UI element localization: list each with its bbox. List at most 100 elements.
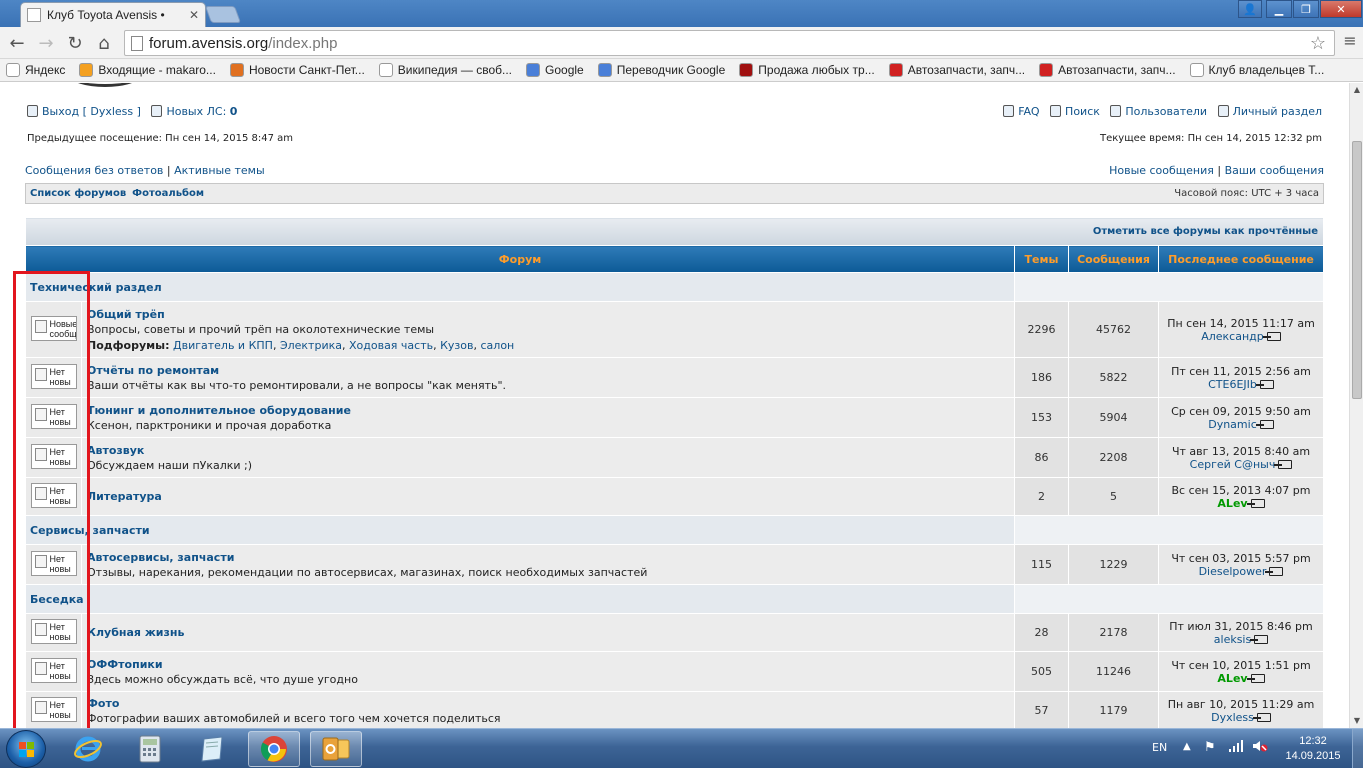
goto-last-post-icon[interactable]	[1262, 331, 1281, 341]
faq-link[interactable]: FAQ	[1018, 105, 1039, 118]
subforums-label: Подфорумы:	[87, 338, 170, 352]
last-post-author-link[interactable]: Александр	[1201, 330, 1264, 343]
bookmark-item[interactable]: Входящие - makaro...	[79, 63, 216, 77]
search-links-right: Новые сообщения | Ваши сообщения	[1109, 164, 1324, 177]
forum-title-link[interactable]: Клубная жизнь	[87, 626, 184, 639]
url-path: /index.php	[268, 34, 338, 52]
subforum-link[interactable]: Электрика	[280, 339, 342, 352]
forum-title-link[interactable]: Фото	[87, 697, 119, 710]
home-icon[interactable]: ⌂	[92, 31, 116, 55]
calculator-icon[interactable]	[124, 731, 176, 767]
scroll-down-icon[interactable]: ▼	[1350, 714, 1363, 728]
subforum-link[interactable]: Двигатель и КПП	[173, 339, 273, 352]
album-link[interactable]: Фотоальбом	[132, 188, 204, 199]
subforum-link[interactable]: Кузов	[440, 339, 473, 352]
restore-button[interactable]: ❐	[1293, 0, 1319, 18]
goto-last-post-icon[interactable]	[1246, 673, 1265, 683]
logout-link[interactable]: Выход [ Dyxless ]	[42, 105, 141, 118]
goto-last-post-icon[interactable]	[1255, 419, 1274, 429]
forum-row: Нет новы Отчёты по ремонтам Ваши отчёты ка…	[25, 357, 1324, 398]
last-post-author-link[interactable]: Dynamic	[1208, 418, 1257, 431]
users-link[interactable]: Пользователи	[1125, 105, 1207, 118]
forum-title-link[interactable]: Тюнинг и дополнительное оборудование	[87, 404, 351, 417]
new-posts-link[interactable]: Новые сообщения	[1109, 164, 1214, 177]
forum-title-link[interactable]: Автозвук	[87, 444, 144, 457]
bookmark-item[interactable]: Google	[526, 63, 584, 77]
forum-title-link[interactable]: Литература	[87, 490, 162, 503]
posts-count: 1179	[1068, 691, 1159, 728]
forum-title-link[interactable]: Общий трёп	[87, 308, 165, 321]
scroll-thumb[interactable]	[1352, 141, 1362, 399]
goto-last-post-icon[interactable]	[1255, 379, 1274, 389]
last-post-author-link[interactable]: CTE6EJIb	[1208, 378, 1257, 391]
bookmark-star-icon[interactable]: ☆	[1310, 33, 1326, 54]
notepad-icon[interactable]	[186, 731, 238, 767]
reload-icon[interactable]: ↻	[63, 31, 87, 55]
windows-taskbar: EN ▲ ⚑ 12:32 14.09.2015	[0, 728, 1363, 768]
user-profile-icon[interactable]: 👤	[1238, 0, 1262, 18]
language-indicator[interactable]: EN	[1152, 741, 1167, 754]
outlook-icon[interactable]	[310, 731, 362, 767]
chrome-menu-icon[interactable]: ≡	[1340, 31, 1360, 55]
show-hidden-icons-icon[interactable]: ▲	[1183, 741, 1191, 752]
last-post-author-link[interactable]: ALev	[1217, 497, 1247, 510]
bookmarks-bar: Яндекс Входящие - makaro... Новости Санкт-…	[0, 59, 1363, 82]
ucp-link[interactable]: Личный раздел	[1233, 105, 1322, 118]
close-window-button[interactable]: ✕	[1320, 0, 1362, 18]
new-pm-count[interactable]: 0	[230, 105, 238, 118]
forum-title-link[interactable]: Автосервисы, запчасти	[87, 551, 234, 564]
last-post-author-link[interactable]: Сергей С@ныч	[1190, 458, 1276, 471]
bookmark-item[interactable]: Переводчик Google	[597, 63, 726, 77]
chrome-taskbar-icon[interactable]	[248, 731, 300, 767]
bookmark-item[interactable]: Продажа любых тр...	[739, 63, 875, 77]
action-center-flag-icon[interactable]: ⚑	[1204, 740, 1216, 755]
site-logo	[70, 83, 140, 87]
last-post-author-link[interactable]: ALev	[1217, 672, 1247, 685]
mark-all-read-link[interactable]: Отметить все форумы как прочтённые	[1093, 226, 1318, 237]
forum-list-link[interactable]: Список форумов	[30, 188, 126, 199]
system-clock[interactable]: 12:32 14.09.2015	[1283, 734, 1343, 764]
show-desktop-button[interactable]	[1352, 729, 1363, 768]
forum-description: Ваши отчёты как вы что-то ремонтировали,…	[87, 378, 507, 392]
goto-last-post-icon[interactable]	[1250, 634, 1269, 644]
internet-explorer-icon[interactable]	[62, 731, 114, 767]
forum-title-link[interactable]: Отчёты по ремонтам	[87, 364, 219, 377]
last-post-author-link[interactable]: Dyxless	[1211, 711, 1254, 724]
subforum-link[interactable]: Ходовая часть	[349, 339, 433, 352]
last-post-author-link[interactable]: Dieselpower	[1199, 565, 1267, 578]
start-button[interactable]	[6, 730, 46, 768]
forum-title-link[interactable]: ОФФтопики	[87, 658, 163, 671]
bookmark-item[interactable]: Автозапчасти, запч...	[888, 63, 1025, 77]
bookmark-item[interactable]: Яндекс	[6, 63, 65, 77]
bookmark-label: Переводчик Google	[616, 63, 726, 77]
your-posts-link[interactable]: Ваши сообщения	[1225, 164, 1324, 177]
active-topics-link[interactable]: Активные темы	[174, 164, 265, 177]
bookmark-item[interactable]: Автозапчасти, запч...	[1039, 63, 1176, 77]
topics-count: 2296	[1014, 301, 1069, 358]
goto-last-post-icon[interactable]	[1274, 459, 1293, 469]
scroll-up-icon[interactable]: ▲	[1350, 83, 1363, 97]
car-icon	[739, 63, 754, 77]
posts-count: 2178	[1068, 613, 1159, 652]
new-pm-link[interactable]: Новых ЛС:	[166, 105, 226, 118]
forward-icon[interactable]: →	[34, 31, 58, 55]
last-post-author-link[interactable]: aleksis	[1214, 633, 1251, 646]
goto-last-post-icon[interactable]	[1252, 712, 1271, 722]
page-scrollbar[interactable]: ▲ ▼	[1349, 83, 1363, 728]
browser-tab[interactable]: Клуб Toyota Avensis • ✕	[20, 2, 206, 27]
close-tab-icon[interactable]: ✕	[189, 8, 199, 22]
bookmark-item[interactable]: Википедия — своб...	[378, 63, 512, 77]
subforum-link[interactable]: салон	[481, 339, 515, 352]
goto-last-post-icon[interactable]	[1265, 566, 1284, 576]
new-tab-button[interactable]	[204, 6, 242, 23]
back-icon[interactable]: ←	[5, 31, 29, 55]
minimize-button[interactable]: ▁	[1266, 0, 1292, 18]
unanswered-link[interactable]: Сообщения без ответов	[25, 164, 163, 177]
volume-muted-icon[interactable]	[1252, 739, 1268, 756]
search-link[interactable]: Поиск	[1065, 105, 1100, 118]
bookmark-item[interactable]: Новости Санкт-Пет...	[229, 63, 365, 77]
goto-last-post-icon[interactable]	[1246, 498, 1265, 508]
address-bar[interactable]: forum.avensis.org/index.php ☆	[124, 30, 1335, 56]
network-icon[interactable]	[1228, 739, 1244, 756]
bookmark-item[interactable]: Клуб владельцев Т...	[1189, 63, 1324, 77]
